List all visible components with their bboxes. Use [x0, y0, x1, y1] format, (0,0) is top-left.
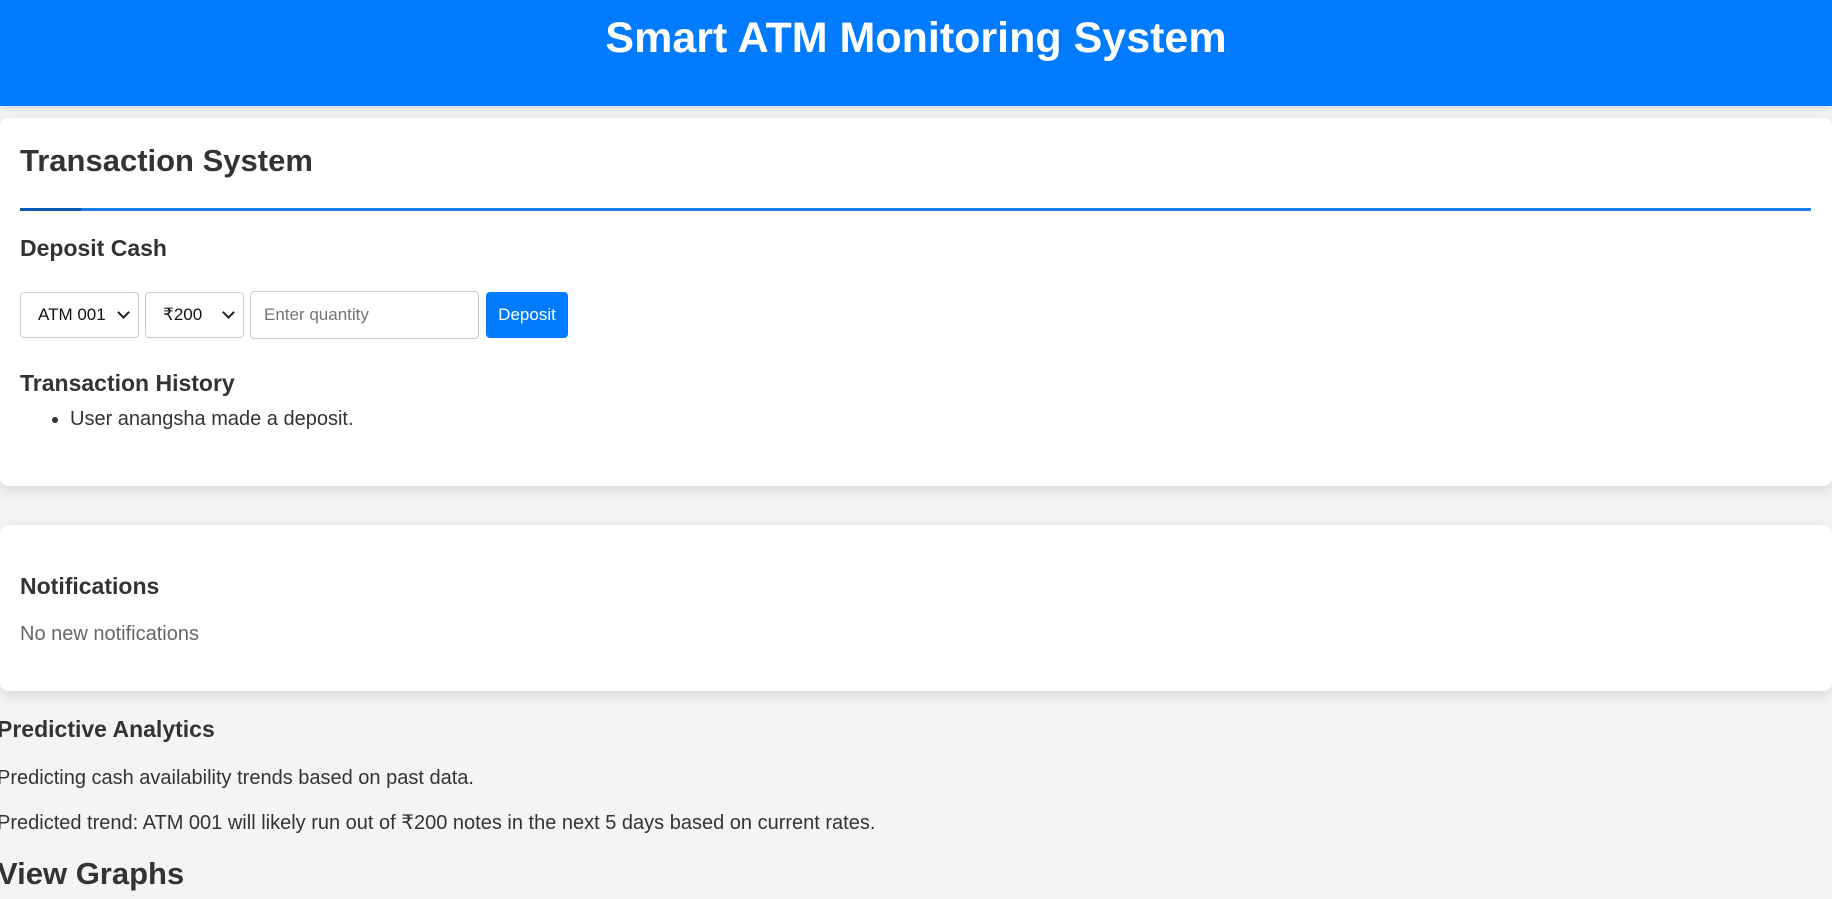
app-title: Smart ATM Monitoring System: [605, 14, 1227, 62]
quantity-input[interactable]: [250, 291, 479, 339]
deposit-form: ATM 001 ₹200 Deposit: [20, 291, 568, 339]
title-divider-accent: [20, 208, 82, 211]
notifications-card: Notifications No new notifications: [0, 525, 1832, 691]
analytics-prediction: Predicted trend: ATM 001 will likely run…: [0, 812, 876, 834]
app-header: Smart ATM Monitoring System: [0, 0, 1832, 106]
denomination-select[interactable]: ₹200: [145, 292, 244, 338]
title-divider: [20, 208, 1811, 211]
list-item: User anangsha made a deposit.: [70, 408, 354, 431]
deposit-heading: Deposit Cash: [20, 235, 167, 261]
transaction-title: Transaction System: [20, 143, 313, 178]
deposit-button[interactable]: Deposit: [486, 292, 568, 338]
history-heading: Transaction History: [20, 370, 235, 396]
notifications-heading: Notifications: [20, 573, 160, 599]
chevron-down-icon: [222, 306, 235, 319]
notifications-text: No new notifications: [20, 623, 199, 645]
graphs-heading: View Graphs: [0, 856, 185, 891]
denomination-select-value: ₹200: [163, 305, 203, 324]
chevron-down-icon: [117, 306, 130, 319]
history-list: User anangsha made a deposit.: [20, 408, 354, 431]
atm-select-value: ATM 001: [38, 305, 106, 324]
analytics-description: Predicting cash availability trends base…: [0, 767, 474, 789]
analytics-heading: Predictive Analytics: [0, 716, 215, 742]
atm-select[interactable]: ATM 001: [20, 292, 139, 338]
transaction-card: Transaction System Deposit Cash ATM 001 …: [0, 118, 1832, 486]
